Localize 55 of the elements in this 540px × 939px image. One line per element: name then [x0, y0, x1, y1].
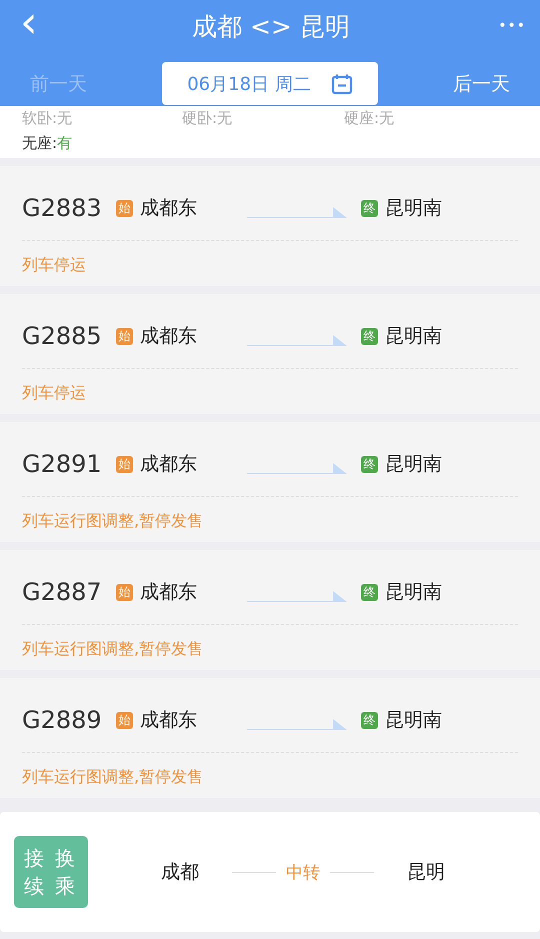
train-status: 列车停运: [22, 382, 87, 404]
transfer-label: 中转: [286, 862, 320, 884]
train-card[interactable]: G2889 始 成都东 终 昆明南 列车运行图调整,暂停发售: [0, 678, 540, 798]
train-number: G2887: [22, 578, 103, 606]
start-tag: 始: [116, 456, 133, 472]
calendar-icon: [330, 72, 353, 94]
departure-station: 成都东: [140, 324, 197, 349]
departure-station: 成都东: [140, 452, 197, 477]
transfer-badge: 接换续乘: [14, 836, 88, 908]
end-tag: 终: [361, 328, 378, 344]
train-status: 列车运行图调整,暂停发售: [22, 766, 204, 788]
arrival-station: 昆明南: [385, 196, 442, 221]
train-status: 列车运行图调整,暂停发售: [22, 638, 204, 660]
end-tag: 终: [361, 456, 378, 472]
train-card[interactable]: G2887 始 成都东 终 昆明南 列车运行图调整,暂停发售: [0, 550, 540, 670]
transfer-origin: 成都: [160, 860, 200, 885]
train-status: 列车运行图调整,暂停发售: [22, 510, 204, 532]
train-number: G2891: [22, 450, 103, 478]
seat-availability: 无: [217, 109, 232, 127]
departure-station: 成都东: [140, 708, 197, 733]
seat-availability: 无: [379, 109, 394, 127]
seat-availability: 有: [57, 134, 72, 152]
arrow-icon: [247, 718, 347, 732]
seat-label: 硬座:: [344, 109, 380, 127]
seat-label: 软卧:: [22, 109, 58, 127]
transfer-card[interactable]: 接换续乘 成都 中转 昆明: [0, 812, 540, 932]
start-tag: 始: [116, 712, 133, 728]
start-tag: 始: [116, 200, 133, 216]
end-tag: 终: [361, 712, 378, 728]
start-tag: 始: [116, 328, 133, 344]
departure-station: 成都东: [140, 196, 197, 221]
arrival-station: 昆明南: [385, 708, 442, 733]
train-card[interactable]: G2883 始 成都东 终 昆明南 列车停运: [0, 166, 540, 286]
arrow-icon: [247, 462, 347, 476]
arrival-station: 昆明南: [385, 452, 442, 477]
end-tag: 终: [361, 200, 378, 216]
arrival-station: 昆明南: [385, 580, 442, 605]
arrow-icon: [247, 334, 347, 348]
seat-label: 硬卧:: [182, 109, 218, 127]
seat-label: 无座:: [22, 134, 58, 152]
train-number: G2883: [22, 194, 103, 222]
train-card[interactable]: G2885 始 成都东 终 昆明南 列车停运: [0, 294, 540, 414]
end-tag: 终: [361, 584, 378, 600]
transfer-destination: 昆明: [406, 860, 446, 885]
page-title: 成都 <> 昆明: [192, 10, 350, 42]
arrow-icon: [247, 206, 347, 220]
arrival-station: 昆明南: [385, 324, 442, 349]
departure-station: 成都东: [140, 580, 197, 605]
train-number: G2885: [22, 322, 103, 350]
train-card[interactable]: G2891 始 成都东 终 昆明南 列车运行图调整,暂停发售: [0, 422, 540, 542]
train-number: G2889: [22, 706, 103, 734]
seat-availability: 无: [57, 109, 72, 127]
train-status: 列车停运: [22, 254, 87, 276]
arrow-icon: [247, 590, 347, 604]
start-tag: 始: [116, 584, 133, 600]
